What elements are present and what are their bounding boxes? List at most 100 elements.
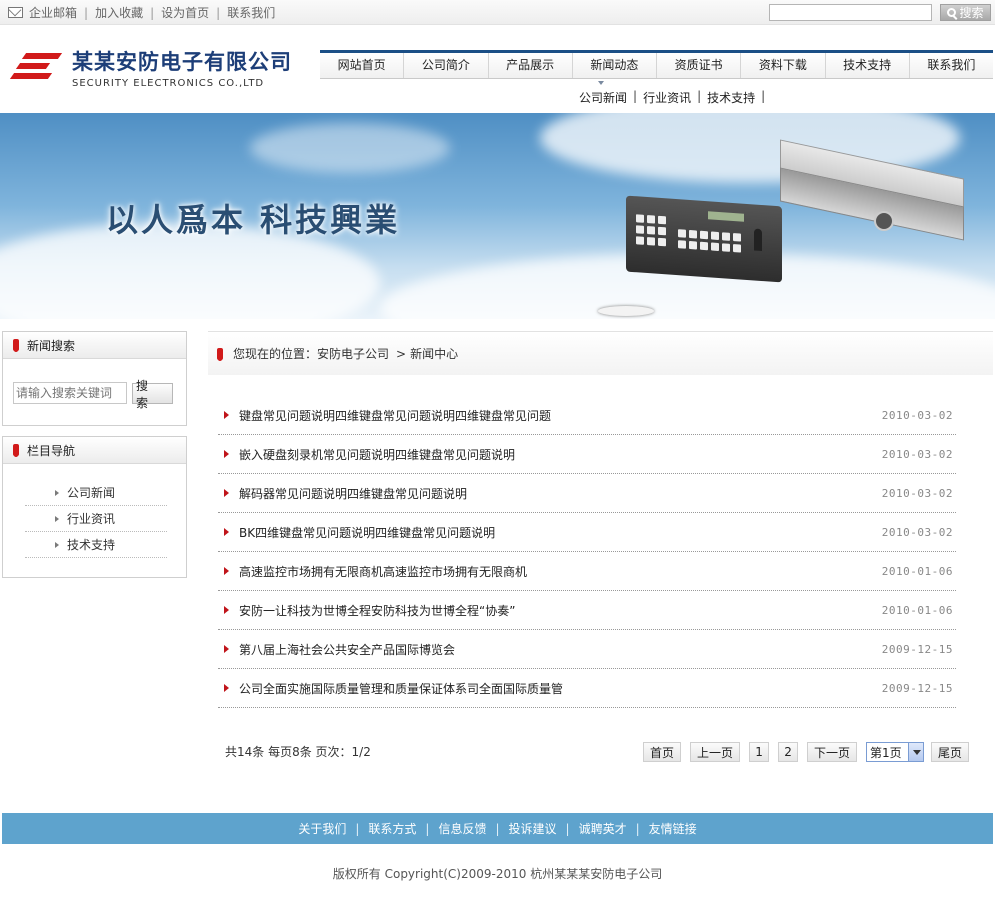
section-marker-icon: [13, 339, 19, 352]
news-date: 2010-01-06: [881, 603, 953, 617]
page-2-button[interactable]: 2: [778, 742, 799, 762]
breadcrumb-label[interactable]: 您现在的位置：安防电子公司: [233, 345, 389, 362]
news-title[interactable]: 高速监控市场拥有无限商机高速监控市场拥有无限商机: [239, 563, 882, 580]
nav-item-about[interactable]: 公司简介: [404, 53, 489, 78]
news-date: 2009-12-15: [881, 642, 953, 656]
news-date: 2010-03-02: [881, 408, 953, 422]
dvr-device-image: [780, 139, 964, 241]
category-item-industry-news[interactable]: 行业资讯: [25, 506, 167, 532]
divider: |: [216, 5, 221, 20]
news-item[interactable]: 解码器常见问题说明四维键盘常见问题说明 2010-03-02: [218, 474, 956, 513]
news-title[interactable]: 公司全面实施国际质量管理和质量保证体系司全面国际质量管: [239, 680, 882, 697]
first-page-button[interactable]: 首页: [643, 742, 682, 762]
divider: |: [425, 821, 430, 836]
pager-info: 共14条 每页8条 页次：1/2: [225, 745, 371, 759]
main-nav: 网站首页 公司简介 产品展示 新闻动态 资质证书 资料下载 技术支持 联系我们: [320, 50, 993, 79]
news-item[interactable]: 第八届上海社会公共安全产品国际博览会 2009-12-15: [218, 630, 956, 669]
news-item[interactable]: 嵌入硬盘刻录机常见问题说明四维键盘常见问题说明 2010-03-02: [218, 435, 956, 474]
news-item[interactable]: 高速监控市场拥有无限商机高速监控市场拥有无限商机 2010-01-06: [218, 552, 956, 591]
news-title[interactable]: 第八届上海社会公共安全产品国际博览会: [239, 641, 882, 658]
company-logo[interactable]: 某某安防电子有限公司 SECURITY ELECTRONICS CO.,LTD: [8, 46, 292, 89]
footer-link-friends[interactable]: 友情链接: [649, 820, 697, 837]
sub-nav: 公司新闻 | 行业资讯 | 技术支持 |: [579, 89, 771, 106]
top-links: 企业邮箱 | 加入收藏 | 设为首页 | 联系我们: [8, 4, 275, 21]
bullet-arrow-icon: [224, 606, 231, 614]
bullet-arrow-icon: [224, 411, 231, 419]
category-nav-title: 栏目导航: [27, 443, 76, 458]
news-date: 2010-03-02: [881, 486, 953, 500]
footer-link-complaints[interactable]: 投诉建议: [509, 820, 557, 837]
nav-item-contact[interactable]: 联系我们: [910, 53, 993, 78]
divider: |: [150, 5, 155, 20]
news-date: 2009-12-15: [881, 681, 953, 695]
category-list: 公司新闻 行业资讯 技术支持: [25, 480, 167, 558]
subnav-item-company-news[interactable]: 公司新闻: [579, 89, 627, 106]
bullet-arrow-icon: [224, 450, 231, 458]
footer-link-feedback[interactable]: 信息反馈: [438, 820, 486, 837]
divider: |: [565, 821, 570, 836]
link-contact-us[interactable]: 联系我们: [227, 4, 275, 21]
subnav-item-tech-support[interactable]: 技术支持: [707, 89, 755, 106]
seagull-image: [598, 306, 654, 316]
arrow-right-icon: [55, 515, 59, 522]
news-title[interactable]: 键盘常见问题说明四维键盘常见问题说明四维键盘常见问题: [239, 407, 882, 424]
chevron-down-icon: [908, 743, 924, 761]
site-search-button[interactable]: 搜索: [940, 4, 991, 21]
news-title[interactable]: 嵌入硬盘刻录机常见问题说明四维键盘常见问题说明: [239, 446, 882, 463]
divider: |: [635, 821, 640, 836]
nav-item-news[interactable]: 新闻动态: [573, 53, 657, 78]
site-search-input[interactable]: [769, 4, 932, 21]
footer-links: 关于我们 | 联系方式 | 信息反馈 | 投诉建议 | 诚聘英才 | 友情链接: [2, 813, 993, 844]
divider: |: [495, 821, 500, 836]
news-item[interactable]: 键盘常见问题说明四维键盘常见问题说明四维键盘常见问题 2010-03-02: [218, 396, 956, 435]
link-set-homepage[interactable]: 设为首页: [161, 4, 209, 21]
subnav-item-industry-news[interactable]: 行业资讯: [643, 89, 691, 106]
news-item[interactable]: BK四维键盘常见问题说明四维键盘常见问题说明 2010-03-02: [218, 513, 956, 552]
bullet-arrow-icon: [224, 489, 231, 497]
mail-icon: [8, 7, 23, 18]
category-item-company-news[interactable]: 公司新闻: [25, 480, 167, 506]
nav-item-certificates[interactable]: 资质证书: [657, 53, 742, 78]
nav-item-products[interactable]: 产品展示: [489, 53, 573, 78]
bullet-arrow-icon: [224, 528, 231, 536]
news-date: 2010-03-02: [881, 525, 953, 539]
news-title[interactable]: 解码器常见问题说明四维键盘常见问题说明: [239, 485, 882, 502]
nav-item-downloads[interactable]: 资料下载: [741, 53, 826, 78]
divider: |: [697, 89, 702, 103]
footer-link-about[interactable]: 关于我们: [298, 820, 346, 837]
bullet-arrow-icon: [224, 567, 231, 575]
breadcrumb-current[interactable]: 新闻中心: [410, 345, 458, 362]
divider: |: [633, 89, 638, 103]
footer-link-careers[interactable]: 诚聘英才: [579, 820, 627, 837]
footer-link-contact[interactable]: 联系方式: [368, 820, 416, 837]
news-search-button[interactable]: 搜 索: [132, 379, 173, 410]
page-select[interactable]: 第1页: [866, 742, 925, 762]
link-add-favorite[interactable]: 加入收藏: [95, 4, 143, 21]
news-title[interactable]: 安防一让科技为世博全程安防科技为世博全程“协奏”: [239, 602, 882, 619]
nav-item-support[interactable]: 技术支持: [826, 53, 910, 78]
nav-item-home[interactable]: 网站首页: [320, 53, 405, 78]
news-date: 2010-03-02: [881, 447, 953, 461]
news-item[interactable]: 安防一让科技为世博全程安防科技为世博全程“协奏” 2010-01-06: [218, 591, 956, 630]
breadcrumb: 您现在的位置：安防电子公司 > 新闻中心: [208, 331, 993, 375]
search-button-label: 搜索: [959, 6, 984, 20]
news-date: 2010-01-06: [881, 564, 953, 578]
page-1-button[interactable]: 1: [749, 742, 770, 762]
news-search-panel: 新闻搜索 搜 索: [2, 331, 187, 426]
last-page-button[interactable]: 尾页: [931, 742, 970, 762]
news-item[interactable]: 公司全面实施国际质量管理和质量保证体系司全面国际质量管 2009-12-15: [218, 669, 956, 708]
pagination: 首页 上一页 1 2 下一页 第1页 尾页: [643, 742, 978, 762]
divider: |: [355, 821, 360, 836]
page-select-value: 第1页: [870, 745, 902, 760]
news-search-input[interactable]: [13, 382, 127, 404]
news-title[interactable]: BK四维键盘常见问题说明四维键盘常见问题说明: [239, 524, 882, 541]
next-page-button[interactable]: 下一页: [807, 742, 858, 762]
search-icon: [947, 8, 957, 17]
link-enterprise-mail[interactable]: 企业邮箱: [29, 4, 77, 21]
category-item-tech-support[interactable]: 技术支持: [25, 532, 167, 558]
prev-page-button[interactable]: 上一页: [690, 742, 741, 762]
copyright: 版权所有 Copyright(C)2009-2010 杭州某某某安防电子公司: [332, 867, 663, 881]
news-search-title: 新闻搜索: [27, 338, 76, 353]
category-nav-panel: 栏目导航 公司新闻 行业资讯 技术支持: [2, 436, 187, 578]
logo-company-name-en: SECURITY ELECTRONICS CO.,LTD: [72, 77, 265, 89]
